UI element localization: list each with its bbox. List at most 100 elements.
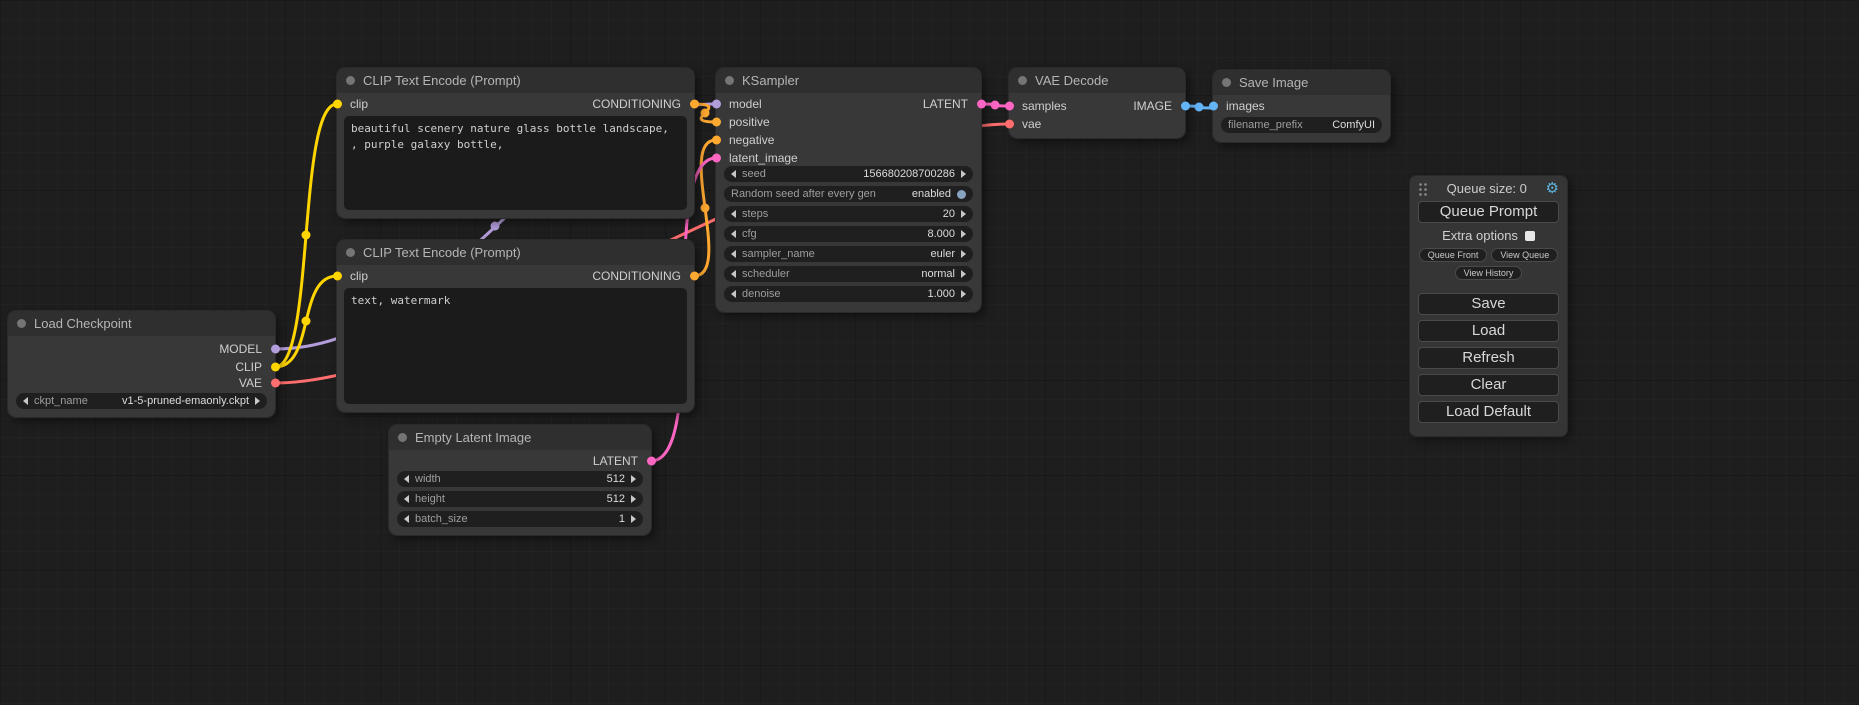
toggle-knob-icon[interactable] bbox=[957, 190, 966, 199]
increment-arrow-icon[interactable] bbox=[631, 515, 636, 523]
output-slot-conditioning[interactable]: CONDITIONING bbox=[337, 96, 694, 112]
clip-port-icon[interactable] bbox=[271, 363, 280, 372]
decrement-arrow-icon[interactable] bbox=[23, 397, 28, 405]
latent-port-icon[interactable] bbox=[712, 154, 721, 163]
collapse-dot-icon[interactable] bbox=[346, 76, 355, 85]
output-slot-latent[interactable]: LATENT bbox=[389, 453, 651, 469]
increment-arrow-icon[interactable] bbox=[961, 230, 966, 238]
widget-value: 20 bbox=[943, 208, 955, 220]
output-slot-latent[interactable]: LATENT bbox=[716, 96, 981, 112]
output-slot-image[interactable]: IMAGE bbox=[1009, 98, 1185, 114]
increment-arrow-icon[interactable] bbox=[631, 495, 636, 503]
decrement-arrow-icon[interactable] bbox=[404, 515, 409, 523]
sampler-name-combo[interactable]: sampler_name euler bbox=[724, 246, 973, 262]
ckpt-name-combo[interactable]: ckpt_name v1-5-pruned-emaonly.ckpt bbox=[16, 393, 267, 409]
denoise-stepper[interactable]: denoise 1.000 bbox=[724, 286, 973, 302]
increment-arrow-icon[interactable] bbox=[961, 290, 966, 298]
image-port-icon[interactable] bbox=[1181, 102, 1190, 111]
increment-arrow-icon[interactable] bbox=[631, 475, 636, 483]
scheduler-combo[interactable]: scheduler normal bbox=[724, 266, 973, 282]
increment-arrow-icon[interactable] bbox=[961, 250, 966, 258]
clear-button[interactable]: Clear bbox=[1418, 374, 1559, 396]
decrement-arrow-icon[interactable] bbox=[731, 170, 736, 178]
output-slot-clip[interactable]: CLIP bbox=[8, 359, 275, 375]
node-titlebar[interactable]: Empty Latent Image bbox=[389, 425, 651, 450]
input-slot-latent-image[interactable]: latent_image bbox=[716, 150, 981, 166]
widget-label: seed bbox=[742, 168, 766, 180]
node-titlebar[interactable]: VAE Decode bbox=[1009, 68, 1185, 93]
node-titlebar[interactable]: Save Image bbox=[1213, 70, 1390, 95]
input-slot-vae[interactable]: vae bbox=[1009, 116, 1185, 132]
decrement-arrow-icon[interactable] bbox=[731, 210, 736, 218]
negative-prompt-textarea[interactable]: text, watermark bbox=[344, 288, 687, 404]
increment-arrow-icon[interactable] bbox=[961, 170, 966, 178]
input-slot-images[interactable]: images bbox=[1213, 98, 1390, 114]
decrement-arrow-icon[interactable] bbox=[731, 290, 736, 298]
batch-size-stepper[interactable]: batch_size 1 bbox=[397, 511, 643, 527]
node-ksampler[interactable]: KSampler model LATENT positive negative … bbox=[716, 68, 981, 312]
save-button[interactable]: Save bbox=[1418, 293, 1559, 315]
view-history-row: View History bbox=[1410, 266, 1567, 280]
seed-stepper[interactable]: seed 156680208700286 bbox=[724, 166, 973, 182]
view-queue-button[interactable]: View Queue bbox=[1491, 248, 1558, 262]
collapse-dot-icon[interactable] bbox=[1222, 78, 1231, 87]
load-button[interactable]: Load bbox=[1418, 320, 1559, 342]
height-stepper[interactable]: height 512 bbox=[397, 491, 643, 507]
vae-port-icon[interactable] bbox=[1005, 120, 1014, 129]
increment-arrow-icon[interactable] bbox=[961, 270, 966, 278]
widget-label: Random seed after every gen bbox=[731, 188, 876, 200]
image-port-icon[interactable] bbox=[1209, 102, 1218, 111]
model-port-icon[interactable] bbox=[271, 345, 280, 354]
filename-prefix-field[interactable]: filename_prefix ComfyUI bbox=[1221, 117, 1382, 133]
increment-arrow-icon[interactable] bbox=[961, 210, 966, 218]
decrement-arrow-icon[interactable] bbox=[731, 270, 736, 278]
random-seed-toggle[interactable]: Random seed after every gen enabled bbox=[724, 186, 973, 202]
conditioning-port-icon[interactable] bbox=[712, 118, 721, 127]
refresh-button[interactable]: Refresh bbox=[1418, 347, 1559, 369]
conditioning-port-icon[interactable] bbox=[690, 272, 699, 281]
collapse-dot-icon[interactable] bbox=[346, 248, 355, 257]
collapse-dot-icon[interactable] bbox=[1018, 76, 1027, 85]
collapse-dot-icon[interactable] bbox=[725, 76, 734, 85]
width-stepper[interactable]: width 512 bbox=[397, 471, 643, 487]
gear-icon[interactable]: ⚙ bbox=[1546, 181, 1559, 196]
collapse-dot-icon[interactable] bbox=[398, 433, 407, 442]
queue-prompt-button[interactable]: Queue Prompt bbox=[1418, 201, 1559, 223]
node-graph-canvas[interactable]: Load Checkpoint MODEL CLIP VAE ckpt_name… bbox=[0, 0, 1859, 705]
conditioning-port-icon[interactable] bbox=[712, 136, 721, 145]
latent-port-icon[interactable] bbox=[647, 457, 656, 466]
decrement-arrow-icon[interactable] bbox=[731, 250, 736, 258]
extra-options-checkbox[interactable] bbox=[1525, 231, 1535, 241]
conditioning-port-icon[interactable] bbox=[690, 100, 699, 109]
input-slot-positive[interactable]: positive bbox=[716, 114, 981, 130]
node-load-checkpoint[interactable]: Load Checkpoint MODEL CLIP VAE ckpt_name… bbox=[8, 311, 275, 417]
node-clip-text-encode-negative[interactable]: CLIP Text Encode (Prompt) clip CONDITION… bbox=[337, 240, 694, 412]
slot-label: IMAGE bbox=[1133, 99, 1172, 113]
output-slot-conditioning[interactable]: CONDITIONING bbox=[337, 268, 694, 284]
decrement-arrow-icon[interactable] bbox=[404, 475, 409, 483]
view-history-button[interactable]: View History bbox=[1455, 266, 1523, 280]
node-titlebar[interactable]: CLIP Text Encode (Prompt) bbox=[337, 240, 694, 265]
node-titlebar[interactable]: KSampler bbox=[716, 68, 981, 93]
cfg-stepper[interactable]: cfg 8.000 bbox=[724, 226, 973, 242]
latent-port-icon[interactable] bbox=[977, 100, 986, 109]
node-save-image[interactable]: Save Image images filename_prefix ComfyU… bbox=[1213, 70, 1390, 142]
vae-port-icon[interactable] bbox=[271, 379, 280, 388]
output-slot-vae[interactable]: VAE bbox=[8, 375, 275, 391]
node-clip-text-encode-positive[interactable]: CLIP Text Encode (Prompt) clip CONDITION… bbox=[337, 68, 694, 218]
collapse-dot-icon[interactable] bbox=[17, 319, 26, 328]
decrement-arrow-icon[interactable] bbox=[404, 495, 409, 503]
decrement-arrow-icon[interactable] bbox=[731, 230, 736, 238]
increment-arrow-icon[interactable] bbox=[255, 397, 260, 405]
node-titlebar[interactable]: CLIP Text Encode (Prompt) bbox=[337, 68, 694, 93]
steps-stepper[interactable]: steps 20 bbox=[724, 206, 973, 222]
load-default-button[interactable]: Load Default bbox=[1418, 401, 1559, 423]
drag-handle-icon[interactable] bbox=[1418, 182, 1428, 196]
node-vae-decode[interactable]: VAE Decode samples IMAGE vae bbox=[1009, 68, 1185, 138]
output-slot-model[interactable]: MODEL bbox=[8, 341, 275, 357]
input-slot-negative[interactable]: negative bbox=[716, 132, 981, 148]
node-empty-latent-image[interactable]: Empty Latent Image LATENT width 512 heig… bbox=[389, 425, 651, 535]
queue-front-button[interactable]: Queue Front bbox=[1419, 248, 1488, 262]
positive-prompt-textarea[interactable]: beautiful scenery nature glass bottle la… bbox=[344, 116, 687, 210]
node-titlebar[interactable]: Load Checkpoint bbox=[8, 311, 275, 336]
